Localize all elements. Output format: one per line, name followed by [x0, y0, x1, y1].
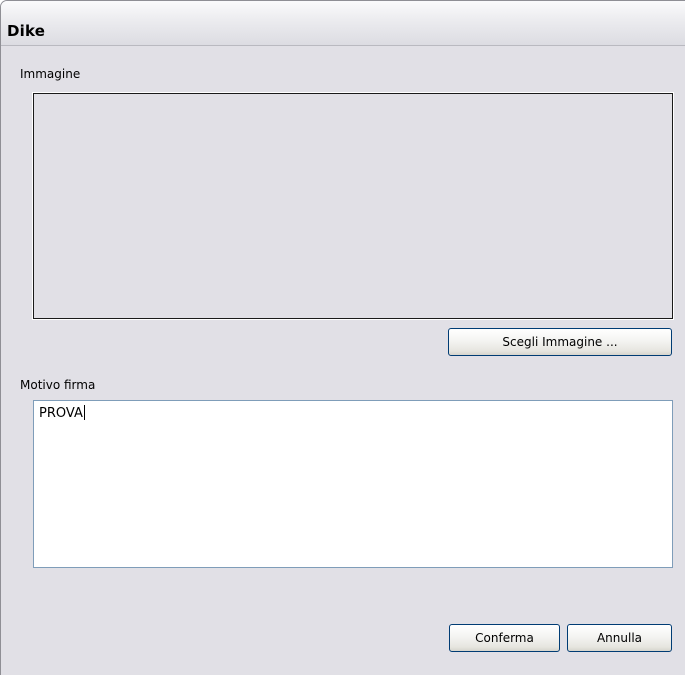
signature-reason-label: Motivo firma — [20, 378, 96, 392]
choose-image-button[interactable]: Scegli Immagine ... — [448, 328, 672, 356]
window-title: Dike — [7, 22, 46, 40]
confirm-button[interactable]: Conferma — [449, 624, 560, 652]
title-bar[interactable]: Dike — [1, 1, 685, 46]
image-label: Immagine — [20, 67, 81, 81]
signature-reason-value: PROVA — [39, 406, 83, 421]
text-caret — [83, 405, 85, 420]
signature-reason-textarea[interactable]: PROVA — [33, 400, 673, 568]
cancel-button[interactable]: Annulla — [567, 624, 672, 652]
image-preview — [32, 92, 674, 320]
dialog-window: Dike Immagine Scegli Immagine ... Motivo… — [0, 0, 685, 675]
